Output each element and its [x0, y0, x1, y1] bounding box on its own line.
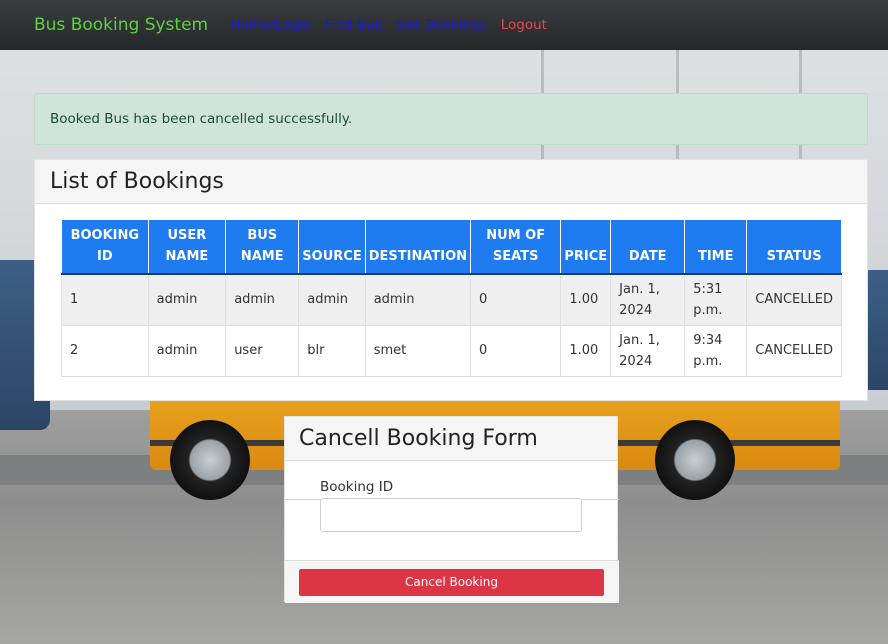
bookings-table-wrapper: BOOKING ID USER NAME BUS NAME SOURCE DES…	[61, 219, 843, 377]
cell-bus-name: user	[225, 324, 300, 377]
cell-date: Jan. 1, 2024	[610, 273, 686, 326]
background-wheel	[170, 420, 250, 500]
cell-status: CANCELLED	[746, 324, 842, 377]
table-header-row: BOOKING ID USER NAME BUS NAME SOURCE DES…	[61, 219, 842, 275]
column-header-price: PRICE	[560, 219, 612, 275]
nav-link-see-bookings[interactable]: See Bookings	[396, 17, 487, 33]
cell-time: 9:34 p.m.	[684, 324, 748, 377]
success-alert: Booked Bus has been cancelled successful…	[34, 93, 868, 145]
column-header-date: DATE	[610, 219, 686, 275]
column-header-bus-name: BUS NAME	[225, 219, 300, 275]
brand-logo[interactable]: Bus Booking System	[34, 15, 208, 35]
nav-link-logout[interactable]: Logout	[501, 17, 547, 33]
table-row: 2 admin user blr smet 0 1.00 Jan. 1, 202…	[61, 324, 842, 377]
column-header-status: STATUS	[746, 219, 842, 275]
bookings-card: List of Bookings BOOKING ID USER NAME BU…	[34, 159, 868, 401]
bookings-table: BOOKING ID USER NAME BUS NAME SOURCE DES…	[61, 219, 842, 377]
cell-num-of-seats: 0	[470, 273, 562, 326]
cell-booking-id: 1	[61, 273, 149, 326]
nav-link-home-login[interactable]: Home/Login	[230, 17, 311, 33]
cell-date: Jan. 1, 2024	[610, 324, 686, 377]
table-row: 1 admin admin admin admin 0 1.00 Jan. 1,…	[61, 273, 842, 326]
column-header-booking-id: BOOKING ID	[61, 219, 149, 275]
column-header-source: SOURCE	[298, 219, 366, 275]
nav-link-find-bus[interactable]: Find Bus	[325, 17, 382, 33]
cell-destination: admin	[364, 273, 472, 326]
cell-source: blr	[298, 324, 366, 377]
cell-num-of-seats: 0	[470, 324, 562, 377]
cell-time: 5:31 p.m.	[684, 273, 748, 326]
bookings-title: List of Bookings	[35, 160, 867, 204]
cell-booking-id: 2	[61, 324, 149, 377]
top-navbar: Bus Booking System Home/Login Find Bus S…	[0, 0, 888, 50]
alert-message: Booked Bus has been cancelled successful…	[50, 111, 353, 127]
cell-bus-name: admin	[225, 273, 300, 326]
cell-source: admin	[298, 273, 366, 326]
background-wheel	[655, 420, 735, 500]
cell-status: CANCELLED	[746, 273, 842, 326]
booking-id-label: Booking ID	[320, 479, 394, 495]
cell-price: 1.00	[560, 273, 612, 326]
cancel-booking-button[interactable]: Cancel Booking	[299, 569, 604, 596]
column-header-time: TIME	[684, 219, 748, 275]
cancel-form-title: Cancell Booking Form	[285, 417, 617, 461]
column-header-user-name: USER NAME	[147, 219, 227, 275]
column-header-num-of-seats: NUM OF SEATS	[470, 219, 562, 275]
column-header-destination: DESTINATION	[364, 219, 472, 275]
cell-destination: smet	[364, 324, 472, 377]
cell-price: 1.00	[560, 324, 612, 377]
cell-user-name: admin	[147, 273, 227, 326]
cancel-booking-form: Cancell Booking Form Booking ID Cancel B…	[284, 416, 619, 603]
cell-user-name: admin	[147, 324, 227, 377]
booking-id-input[interactable]	[320, 498, 582, 532]
